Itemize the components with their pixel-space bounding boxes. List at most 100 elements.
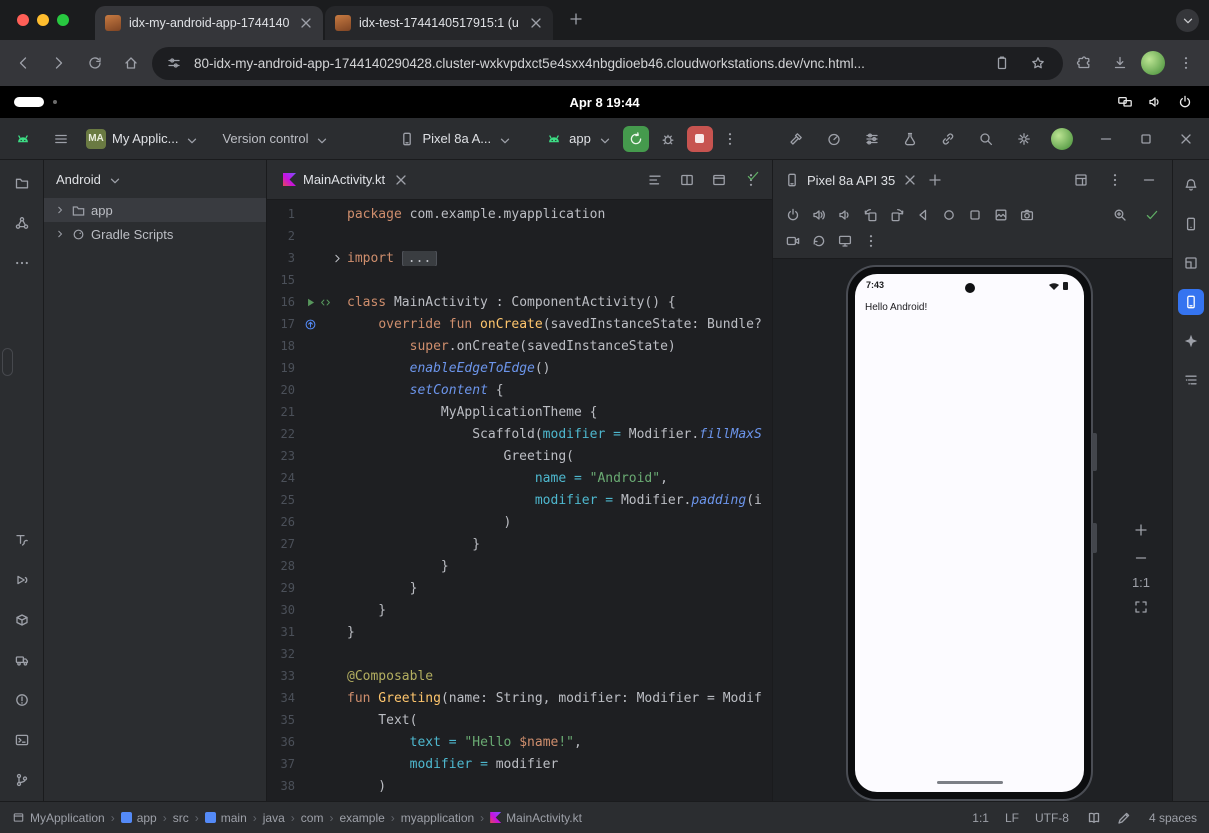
profiler-button[interactable] (821, 126, 847, 152)
run-plug-button[interactable] (9, 567, 35, 593)
zoom-out-button[interactable] (1130, 547, 1152, 569)
run-config-selector[interactable]: app (545, 130, 609, 148)
user-avatar[interactable] (1051, 128, 1073, 150)
inspect-button[interactable] (1115, 809, 1133, 827)
encoding-widget[interactable]: UTF-8 (1035, 811, 1069, 825)
problems-button[interactable] (9, 687, 35, 713)
gemini-button[interactable] (1178, 328, 1204, 354)
device-tab-title[interactable]: Pixel 8a API 35 (807, 173, 895, 188)
more-v-button[interactable] (1102, 167, 1128, 193)
tab-close-button[interactable] (297, 14, 315, 32)
nav-overview-button[interactable] (963, 203, 987, 227)
search-button[interactable] (973, 126, 999, 152)
emulator-screen[interactable]: 7:43 Hello Android! (855, 274, 1084, 792)
site-info-button[interactable] (164, 53, 184, 73)
inspections-ok-icon[interactable] (745, 168, 760, 183)
gutter[interactable] (301, 296, 347, 309)
rotate-left-button[interactable] (859, 203, 883, 227)
reader-button[interactable] (1085, 809, 1103, 827)
chevron-right-icon[interactable] (54, 228, 66, 240)
package-button[interactable] (9, 607, 35, 633)
address-bar[interactable]: 80-idx-my-android-app-1744140290428.clus… (152, 47, 1063, 80)
nav-home-button[interactable] (937, 203, 961, 227)
ide-minimize-button[interactable] (1093, 126, 1119, 152)
sliders-button[interactable] (859, 126, 885, 152)
chevron-right-icon[interactable] (54, 204, 66, 216)
project-widget[interactable]: MA My Applic... (86, 129, 196, 149)
clipboard-button[interactable] (989, 50, 1015, 76)
zoom-select-button[interactable] (1108, 203, 1132, 227)
ide-close-button[interactable] (1173, 126, 1199, 152)
nav-back-button[interactable] (911, 203, 935, 227)
speaker-button[interactable] (1145, 94, 1165, 110)
caret-position-widget[interactable]: 1:1 (972, 811, 989, 825)
browser-tab-2[interactable]: idx-test-1744140517915:1 (us... (325, 6, 553, 40)
settings-button[interactable] (1011, 126, 1037, 152)
more-h-button[interactable] (9, 250, 35, 276)
tree-item-gradle-scripts[interactable]: Gradle Scripts (44, 222, 266, 246)
check-green-button[interactable] (1140, 203, 1164, 227)
breadcrumb-item-java[interactable]: java (263, 811, 285, 825)
volume-down-button[interactable] (833, 203, 857, 227)
profile-avatar[interactable] (1141, 51, 1165, 75)
gutter[interactable] (301, 318, 347, 331)
tool-window-drag-handle[interactable] (2, 348, 13, 376)
line-separator-widget[interactable]: LF (1005, 811, 1019, 825)
structure-button[interactable] (1178, 367, 1204, 393)
running-devices-button[interactable] (1178, 289, 1204, 315)
zoom-window-button[interactable] (57, 14, 69, 26)
vcs-widget[interactable]: Version control (222, 131, 326, 146)
device-selector[interactable]: Pixel 8a A... (398, 130, 509, 148)
url-text[interactable]: 80-idx-my-android-app-1744140290428.clus… (194, 56, 979, 71)
folder-button[interactable] (9, 170, 35, 196)
minimize-window-button[interactable] (37, 14, 49, 26)
breadcrumb-item-com[interactable]: com (301, 811, 324, 825)
browser-menu-button[interactable] (1173, 50, 1199, 76)
display-external-button[interactable] (833, 229, 857, 253)
snapshot-restore-button[interactable] (807, 229, 831, 253)
project-view-selector[interactable]: Android (44, 160, 266, 198)
device-frame-button[interactable] (1178, 211, 1204, 237)
extensions-button[interactable] (1071, 50, 1097, 76)
split-view-button[interactable] (674, 167, 700, 193)
volume-up-button[interactable] (807, 203, 831, 227)
indent-widget[interactable]: 4 spaces (1149, 811, 1197, 825)
star-button[interactable] (1025, 50, 1051, 76)
zoom-level-label[interactable]: 1:1 (1132, 575, 1150, 590)
git-branch-button[interactable] (9, 767, 35, 793)
add-device-tab-button[interactable] (925, 170, 945, 190)
gesture-navigation-bar[interactable] (937, 781, 1003, 784)
more-v-button[interactable] (859, 229, 883, 253)
screenshot-button[interactable] (989, 203, 1013, 227)
download-button[interactable] (1107, 50, 1133, 76)
breadcrumb-item-mainactivity-kt[interactable]: MainActivity.kt (490, 811, 582, 825)
logcat-button[interactable] (9, 647, 35, 673)
build-hammer-button[interactable] (783, 126, 809, 152)
close-window-button[interactable] (17, 14, 29, 26)
troubleshoot-button[interactable] (897, 126, 923, 152)
ide-maximize-button[interactable] (1133, 126, 1159, 152)
breadcrumb-item-myapplication[interactable]: myapplication (401, 811, 474, 825)
tab-close-button[interactable] (527, 14, 545, 32)
power-button[interactable] (781, 203, 805, 227)
tab-search-button[interactable] (1176, 9, 1199, 32)
gutter[interactable] (301, 252, 347, 265)
camera-add-button[interactable] (1015, 203, 1039, 227)
run-more-button[interactable] (717, 126, 743, 152)
breadcrumb-item-example[interactable]: example (339, 811, 384, 825)
zoom-in-button[interactable] (1130, 519, 1152, 541)
resource-manager-button[interactable] (9, 210, 35, 236)
power-button[interactable] (1175, 94, 1195, 110)
zoom-fit-button[interactable] (1130, 596, 1152, 618)
minimize-button[interactable] (1136, 167, 1162, 193)
window-grid-button[interactable] (1068, 167, 1094, 193)
plugins-button[interactable] (935, 126, 961, 152)
rotate-right-button[interactable] (885, 203, 909, 227)
main-menu-button[interactable] (48, 126, 74, 152)
window-mode-button[interactable] (706, 167, 732, 193)
new-tab-button[interactable] (563, 6, 589, 32)
breadcrumb-item-main[interactable]: main (205, 811, 247, 825)
screen-record-button[interactable] (781, 229, 805, 253)
tree-item-app[interactable]: app (44, 198, 266, 222)
breadcrumb-item-myapplication[interactable]: MyApplication (12, 811, 105, 825)
